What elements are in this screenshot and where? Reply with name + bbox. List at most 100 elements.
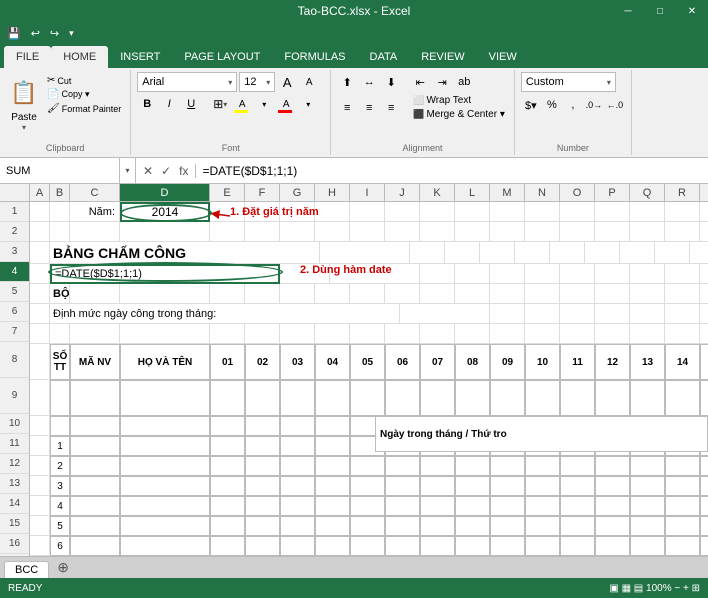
- cell-s9[interactable]: [700, 380, 708, 416]
- cell-f16[interactable]: [245, 536, 280, 556]
- cell-q14[interactable]: [630, 496, 665, 516]
- name-box[interactable]: SUM: [0, 158, 120, 183]
- cell-r14[interactable]: [665, 496, 700, 516]
- cell-s16[interactable]: [700, 536, 708, 556]
- cell-e15[interactable]: [210, 516, 245, 536]
- cell-o11[interactable]: [560, 436, 595, 456]
- cell-r1[interactable]: [665, 202, 700, 222]
- cell-l1[interactable]: [455, 202, 490, 222]
- cell-o9[interactable]: [560, 380, 595, 416]
- cell-n11[interactable]: [525, 436, 560, 456]
- cell-l9[interactable]: [455, 380, 490, 416]
- cell-m3[interactable]: [690, 242, 708, 264]
- cell-a16[interactable]: [30, 536, 50, 556]
- cell-s10[interactable]: [700, 416, 708, 436]
- cell-g2[interactable]: [280, 222, 315, 242]
- cell-l8[interactable]: 08: [455, 344, 490, 380]
- cell-j16[interactable]: [385, 536, 420, 556]
- cell-e3[interactable]: [410, 242, 445, 264]
- cell-j9[interactable]: [385, 380, 420, 416]
- cell-e14[interactable]: [210, 496, 245, 516]
- cell-f14[interactable]: [245, 496, 280, 516]
- cell-c8[interactable]: MÃ NV: [70, 344, 120, 380]
- cell-k1[interactable]: [420, 202, 455, 222]
- font-grow-btn[interactable]: A: [277, 72, 297, 92]
- row-num-5[interactable]: 5: [0, 282, 29, 302]
- cell-i2[interactable]: [350, 222, 385, 242]
- col-header-o[interactable]: O: [560, 184, 595, 201]
- row-num-2[interactable]: 2: [0, 222, 29, 242]
- cell-j2[interactable]: [385, 222, 420, 242]
- cell-b14[interactable]: 4: [50, 496, 70, 516]
- cell-d14[interactable]: [120, 496, 210, 516]
- row-num-7[interactable]: 7: [0, 322, 29, 342]
- cell-a8[interactable]: [30, 344, 50, 380]
- cell-l12[interactable]: [455, 456, 490, 476]
- cell-g1[interactable]: [280, 202, 315, 222]
- cell-a1[interactable]: [30, 202, 50, 222]
- cell-d1[interactable]: 2014: [120, 202, 210, 222]
- cell-h4[interactable]: [525, 264, 560, 284]
- cell-f12[interactable]: [245, 456, 280, 476]
- comma-btn[interactable]: ,: [563, 95, 583, 115]
- cell-b6[interactable]: Định mức ngày công trong tháng:: [50, 304, 350, 324]
- cell-l14[interactable]: [455, 496, 490, 516]
- row-num-14[interactable]: 14: [0, 494, 29, 514]
- row-num-12[interactable]: 12: [0, 454, 29, 474]
- cell-c4[interactable]: [280, 264, 330, 284]
- dec-dec-btn[interactable]: ←.0: [605, 95, 625, 115]
- cell-k2[interactable]: [420, 222, 455, 242]
- tab-view[interactable]: VIEW: [477, 46, 529, 68]
- align-top-btn[interactable]: ⬆: [337, 72, 357, 92]
- name-box-arrow[interactable]: ▾: [120, 158, 136, 183]
- cell-k10[interactable]: [420, 416, 455, 436]
- underline-btn[interactable]: U: [181, 94, 201, 114]
- align-mid-btn[interactable]: ↔: [359, 72, 379, 92]
- cell-f10[interactable]: [245, 416, 280, 436]
- cell-s5[interactable]: [700, 284, 708, 304]
- cell-j12[interactable]: [385, 456, 420, 476]
- cell-j4[interactable]: [595, 264, 630, 284]
- font-color-btn[interactable]: A: [276, 94, 296, 114]
- col-header-k[interactable]: K: [420, 184, 455, 201]
- cell-n13[interactable]: [525, 476, 560, 496]
- cell-p2[interactable]: [595, 222, 630, 242]
- cell-s15[interactable]: [700, 516, 708, 536]
- cell-e8[interactable]: 01: [210, 344, 245, 380]
- cell-d8[interactable]: HỌ VÀ TÊN: [120, 344, 210, 380]
- cell-d13[interactable]: [120, 476, 210, 496]
- cell-q5[interactable]: [630, 284, 665, 304]
- cell-s14[interactable]: [700, 496, 708, 516]
- cell-b11[interactable]: 1: [50, 436, 70, 456]
- cell-b15[interactable]: 5: [50, 516, 70, 536]
- row-num-16[interactable]: 16: [0, 534, 29, 554]
- cell-r5[interactable]: [665, 284, 700, 304]
- cell-n2[interactable]: [525, 222, 560, 242]
- col-header-f[interactable]: F: [245, 184, 280, 201]
- cell-r11[interactable]: [665, 436, 700, 456]
- cell-f7[interactable]: [245, 324, 280, 344]
- cell-m10[interactable]: [490, 416, 525, 436]
- cell-b7[interactable]: [50, 324, 70, 344]
- cell-p5[interactable]: [595, 284, 630, 304]
- cell-q9[interactable]: [630, 380, 665, 416]
- new-sheet-btn[interactable]: ⊕: [49, 557, 77, 578]
- cell-e12[interactable]: [210, 456, 245, 476]
- copy-btn[interactable]: 📄 Copy ▾: [44, 88, 124, 101]
- col-header-l[interactable]: L: [455, 184, 490, 201]
- cell-f1[interactable]: [245, 202, 280, 222]
- cell-o14[interactable]: [560, 496, 595, 516]
- cell-p12[interactable]: [595, 456, 630, 476]
- tab-formulas[interactable]: FORMULAS: [272, 46, 357, 68]
- cell-o7[interactable]: [560, 324, 595, 344]
- cell-b3[interactable]: BẢNG CHẤM CÔNG: [50, 242, 270, 264]
- cell-d12[interactable]: [120, 456, 210, 476]
- cell-n5[interactable]: [525, 284, 560, 304]
- cell-i10[interactable]: [350, 416, 385, 436]
- cell-d3[interactable]: [320, 242, 410, 264]
- cell-a5[interactable]: [30, 284, 50, 304]
- indent-inc-btn[interactable]: ⇥: [432, 72, 452, 92]
- font-shrink-btn[interactable]: A: [299, 72, 319, 92]
- cell-e7[interactable]: [210, 324, 245, 344]
- cell-p13[interactable]: [595, 476, 630, 496]
